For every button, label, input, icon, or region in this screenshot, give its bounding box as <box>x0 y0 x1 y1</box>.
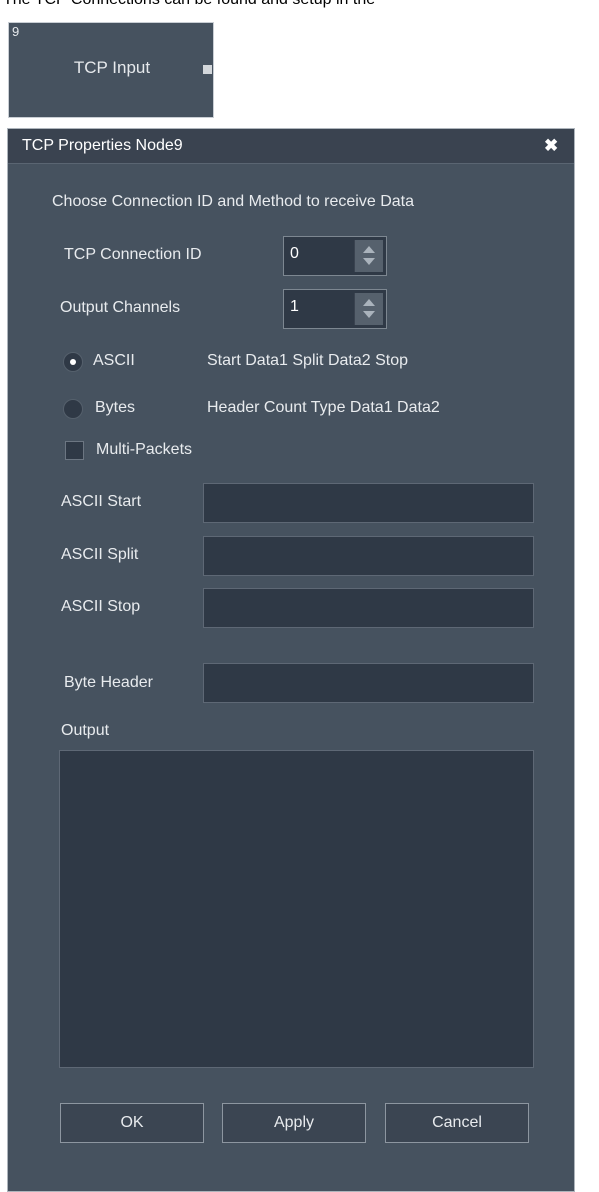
ok-button[interactable]: OK <box>60 1103 204 1143</box>
ascii-format-text: Start Data1 Split Data2 Stop <box>207 352 408 369</box>
ascii-start-label: ASCII Start <box>61 493 142 510</box>
bytes-radio[interactable] <box>63 399 83 419</box>
byte-header-label: Byte Header <box>64 674 153 691</box>
connection-id-spinner[interactable]: 0 <box>283 236 387 276</box>
byte-header-input[interactable] <box>203 663 534 703</box>
dialog-title: TCP Properties Node9 <box>22 137 183 154</box>
spin-up-icon[interactable] <box>363 246 375 253</box>
cancel-button[interactable]: Cancel <box>385 1103 529 1143</box>
output-label: Output <box>61 722 110 739</box>
connection-id-stepper[interactable] <box>354 240 383 272</box>
ascii-start-input[interactable] <box>203 483 534 523</box>
output-channels-value: 1 <box>290 298 299 315</box>
node-id-label: 9 <box>12 24 20 39</box>
ascii-radio[interactable] <box>63 352 83 372</box>
output-channels-stepper[interactable] <box>354 293 383 325</box>
multi-packets-checkbox[interactable] <box>65 441 84 460</box>
ascii-stop-input[interactable] <box>203 588 534 628</box>
bytes-format-text: Header Count Type Data1 Data2 <box>207 399 440 416</box>
bytes-radio-label[interactable]: Bytes <box>95 399 135 417</box>
node-title: TCP Input <box>73 58 151 77</box>
node-output-port[interactable] <box>203 65 212 74</box>
ascii-stop-label: ASCII Stop <box>61 598 141 615</box>
tcp-properties-dialog: TCP Properties Node9 ✖ Choose Connection… <box>7 128 575 1192</box>
connection-id-value: 0 <box>290 245 299 262</box>
ascii-radio-label[interactable]: ASCII <box>93 352 135 370</box>
close-icon[interactable]: ✖ <box>544 136 558 156</box>
spin-down-icon[interactable] <box>363 258 375 265</box>
spin-down-icon[interactable] <box>363 311 375 318</box>
ascii-split-input[interactable] <box>203 536 534 576</box>
output-channels-label: Output Channels <box>60 299 181 316</box>
connection-id-label: TCP Connection ID <box>64 246 202 263</box>
dialog-titlebar[interactable]: TCP Properties Node9 ✖ <box>8 129 574 164</box>
multi-packets-label[interactable]: Multi-Packets <box>96 441 192 459</box>
page-caption: The TCP Connections can be found and set… <box>3 0 375 9</box>
output-channels-spinner[interactable]: 1 <box>283 289 387 329</box>
ascii-split-label: ASCII Split <box>61 546 139 563</box>
output-textarea[interactable] <box>59 750 534 1068</box>
dialog-heading: Choose Connection ID and Method to recei… <box>52 193 414 210</box>
apply-button[interactable]: Apply <box>222 1103 366 1143</box>
tcp-input-node[interactable]: 9 TCP Input <box>8 22 214 118</box>
spin-up-icon[interactable] <box>363 299 375 306</box>
